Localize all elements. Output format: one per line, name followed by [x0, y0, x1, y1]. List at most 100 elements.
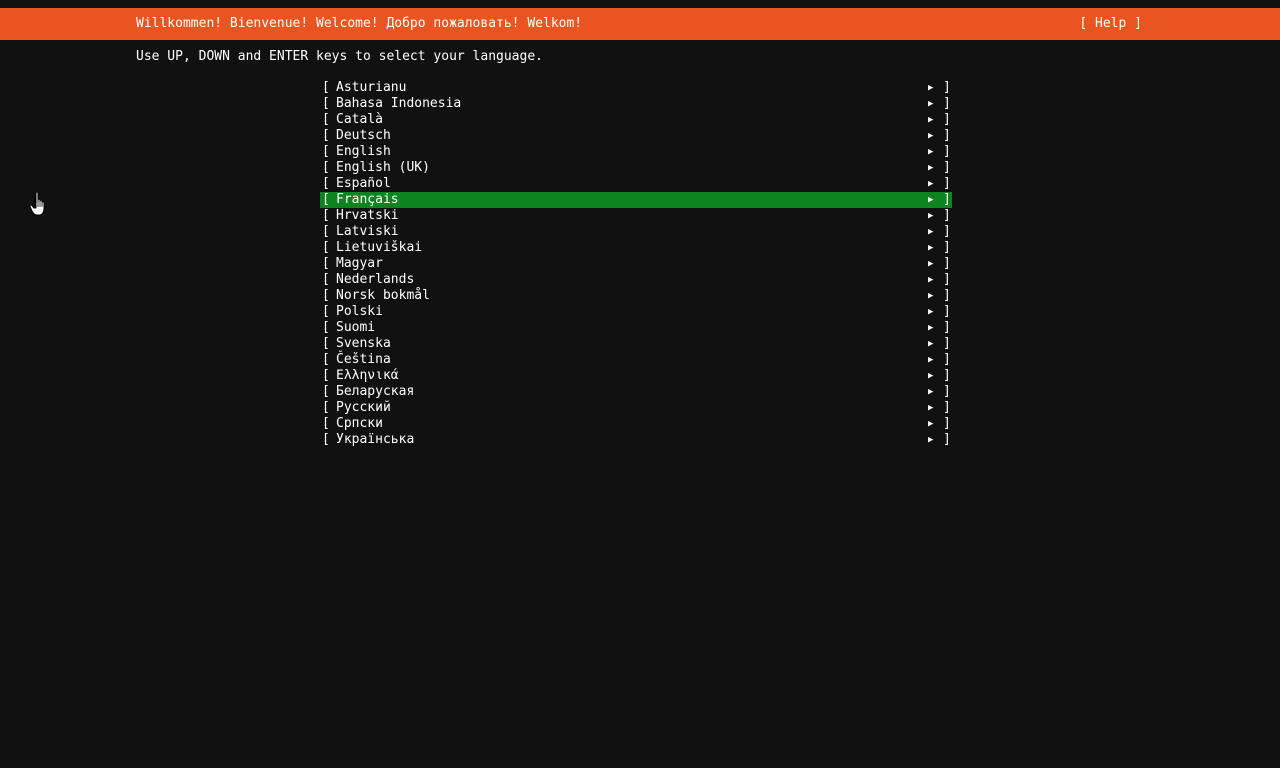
bracket-close: ] [943, 256, 951, 271]
arrow-right-icon: ▶ [928, 291, 934, 301]
bracket-close: ] [943, 96, 951, 111]
language-label: Русский [336, 400, 391, 415]
language-option[interactable]: [Українська ▶] [320, 432, 952, 448]
bracket-open: [ [322, 368, 330, 383]
bracket-close: ] [943, 240, 951, 255]
language-option[interactable]: [English (UK) ▶] [320, 160, 952, 176]
arrow-right-icon: ▶ [928, 99, 934, 109]
header-bar: Willkommen! Bienvenue! Welcome! Добро по… [0, 8, 1280, 40]
bracket-open: [ [322, 224, 330, 239]
bracket-open: [ [322, 112, 330, 127]
language-label: Nederlands [336, 272, 415, 287]
arrow-right-icon: ▶ [928, 355, 934, 365]
language-label: English (UK) [336, 160, 430, 175]
bracket-open: [ [322, 352, 330, 367]
bracket-open: [ [322, 400, 330, 415]
arrow-right-icon: ▶ [928, 387, 934, 397]
arrow-right-icon: ▶ [928, 243, 934, 253]
language-label: Français [336, 192, 399, 207]
bracket-close: ] [943, 224, 951, 239]
arrow-right-icon: ▶ [928, 339, 934, 349]
arrow-right-icon: ▶ [928, 179, 934, 189]
language-option[interactable]: [English ▶] [320, 144, 952, 160]
arrow-right-icon: ▶ [928, 131, 934, 141]
bracket-open: [ [322, 336, 330, 351]
bracket-close: ] [943, 288, 951, 303]
language-option[interactable]: [Српски ▶] [320, 416, 952, 432]
bracket-close: ] [943, 80, 951, 95]
bracket-close: ] [943, 368, 951, 383]
language-option[interactable]: [ Suomi ▶] [320, 320, 952, 336]
help-button[interactable]: [ Help ] [1079, 8, 1142, 40]
bracket-open: [ [322, 80, 330, 95]
bracket-close: ] [943, 384, 951, 399]
bracket-close: ] [943, 336, 951, 351]
hand-pointer-icon [29, 191, 45, 216]
bracket-open: [ [322, 272, 330, 287]
language-option[interactable]: [Català ▶] [320, 112, 952, 128]
language-label: Čeština [336, 352, 391, 367]
arrow-right-icon: ▶ [928, 147, 934, 157]
arrow-right-icon: ▶ [928, 435, 934, 445]
arrow-right-icon: ▶ [928, 83, 934, 93]
instructions-text: Use UP, DOWN and ENTER keys to select yo… [136, 49, 543, 64]
top-strip [0, 0, 1280, 8]
bracket-open: [ [322, 240, 330, 255]
language-label: Hrvatski [336, 208, 399, 223]
language-label: Беларуская [336, 384, 415, 399]
language-option[interactable]: [ Bahasa Indonesia ▶] [320, 96, 952, 112]
bracket-open: [ [322, 192, 330, 207]
language-label: Deutsch [336, 128, 391, 143]
bracket-close: ] [943, 272, 951, 287]
language-label: Magyar [336, 256, 383, 271]
language-option[interactable]: [Polski ▶] [320, 304, 952, 320]
language-label: English [336, 144, 391, 159]
bracket-close: ] [943, 192, 951, 207]
bracket-open: [ [322, 256, 330, 271]
language-option[interactable]: [Français ▶] [320, 192, 952, 208]
language-label: Català [336, 112, 383, 127]
language-label: Bahasa Indonesia [336, 96, 462, 111]
arrow-right-icon: ▶ [928, 371, 934, 381]
language-option[interactable]: [ Русский ▶] [320, 400, 952, 416]
bracket-close: ] [943, 208, 951, 223]
bracket-open: [ [322, 128, 330, 143]
bracket-close: ] [943, 320, 951, 335]
arrow-right-icon: ▶ [928, 307, 934, 317]
bracket-close: ] [943, 432, 951, 447]
language-label: Latviski [336, 224, 399, 239]
bracket-open: [ [322, 208, 330, 223]
arrow-right-icon: ▶ [928, 275, 934, 285]
welcome-title: Willkommen! Bienvenue! Welcome! Добро по… [136, 16, 583, 31]
language-option[interactable]: [ Nederlands ▶] [320, 272, 952, 288]
arrow-right-icon: ▶ [928, 419, 934, 429]
bracket-close: ] [943, 160, 951, 175]
language-option[interactable]: [Norsk bokmål ▶] [320, 288, 952, 304]
arrow-right-icon: ▶ [928, 403, 934, 413]
language-option[interactable]: [Svenska ▶] [320, 336, 952, 352]
bracket-open: [ [322, 96, 330, 111]
bracket-close: ] [943, 144, 951, 159]
language-label: Español [336, 176, 391, 191]
language-option[interactable]: [Español ▶] [320, 176, 952, 192]
language-label: Українська [336, 432, 415, 447]
bracket-open: [ [322, 320, 330, 335]
language-option[interactable]: [Asturianu ▶] [320, 80, 952, 96]
bracket-close: ] [943, 128, 951, 143]
language-list: [Asturianu ▶] [Bahasa Indonesia ▶] [Català ▶]… [320, 80, 952, 448]
bracket-close: ] [943, 352, 951, 367]
bracket-open: [ [322, 304, 330, 319]
arrow-right-icon: ▶ [928, 259, 934, 269]
language-option[interactable]: [ Čeština ▶] [320, 352, 952, 368]
language-option[interactable]: [Lietuviškai ▶] [320, 240, 952, 256]
language-option[interactable]: [ Magyar ▶] [320, 256, 952, 272]
arrow-right-icon: ▶ [928, 227, 934, 237]
language-option[interactable]: [ Latviski ▶] [320, 224, 952, 240]
language-option[interactable]: [ Deutsch ▶] [320, 128, 952, 144]
language-option[interactable]: [Беларуская ▶] [320, 384, 952, 400]
language-option[interactable]: [Hrvatski ▶] [320, 208, 952, 224]
arrow-right-icon: ▶ [928, 323, 934, 333]
language-option[interactable]: [Ελληνικά ▶] [320, 368, 952, 384]
language-label: Suomi [336, 320, 376, 335]
bracket-close: ] [943, 400, 951, 415]
